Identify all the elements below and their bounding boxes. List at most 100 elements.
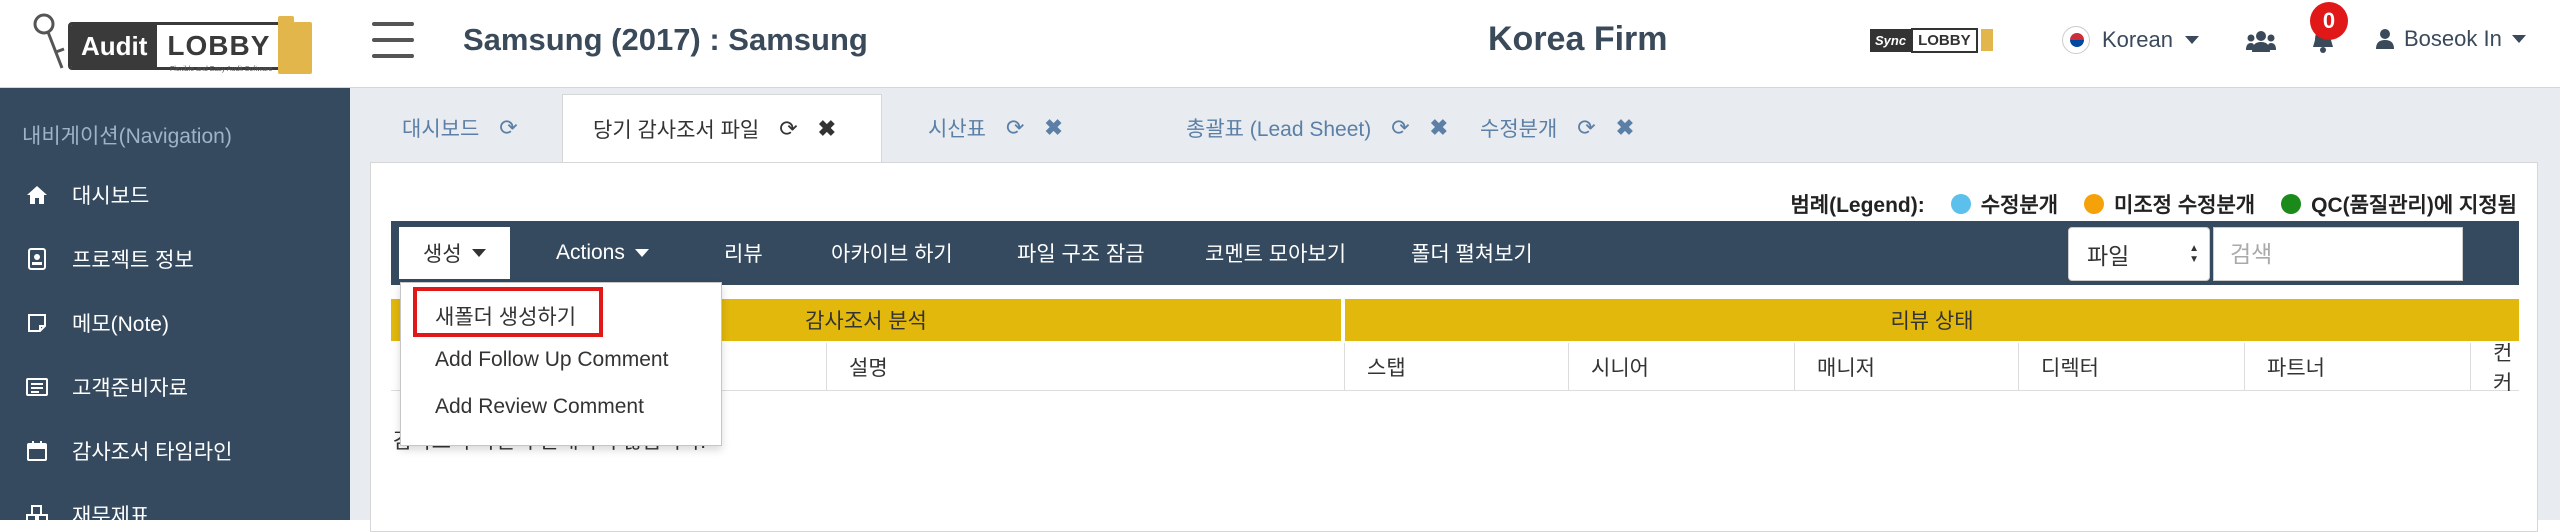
- tab-adjusting-entries[interactable]: 수정분개 ⟳ ✖: [1450, 94, 1690, 162]
- chevron-down-icon: [471, 249, 486, 257]
- calendar-icon: [26, 440, 48, 462]
- group-label: 감사조서 분석: [805, 310, 927, 333]
- logo-audit-text: Audit: [71, 25, 158, 67]
- legend-dot-icon: [2084, 194, 2105, 214]
- audit-lobby-logo[interactable]: Audit LOBBY Flexible and Easy Audit Soft…: [30, 12, 320, 76]
- close-icon[interactable]: ✖: [1616, 115, 1634, 141]
- filter-select[interactable]: 파일 ▲ ▼: [2068, 227, 2210, 281]
- col-header-consultant[interactable]: 컨커: [2471, 343, 2519, 391]
- sidebar-item-dashboard[interactable]: 대시보드: [26, 180, 149, 210]
- create-dropdown-menu: 새폴더 생성하기 Add Follow Up Comment Add Revie…: [400, 282, 722, 446]
- menu-item-new-folder[interactable]: 새폴더 생성하기: [435, 301, 576, 331]
- tab-current-workpapers[interactable]: 당기 감사조서 파일 ⟳ ✖: [562, 94, 882, 162]
- sync-lobby-logo[interactable]: Sync LOBBY: [1870, 26, 1993, 54]
- legend: 범례(Legend): 수정분개 미조정 수정분개 QC(품질관리)에 지정됨: [1790, 189, 2517, 219]
- actions-label: Actions: [556, 241, 625, 264]
- sidebar-item-label: 감사조서 타임라인: [72, 441, 233, 464]
- menu-item-add-follow-up-comment[interactable]: Add Follow Up Comment: [435, 348, 668, 372]
- sidebar-item-project-info[interactable]: 프로젝트 정보: [26, 244, 194, 274]
- sidebar-item-label: 프로젝트 정보: [72, 249, 194, 272]
- folder-icon: [278, 16, 312, 74]
- language-label: Korean: [2102, 27, 2173, 52]
- user-menu[interactable]: Boseok In: [2376, 26, 2526, 52]
- refresh-icon[interactable]: ⟳: [1577, 115, 1595, 141]
- logo-lobby-text: LOBBY: [157, 25, 281, 67]
- refresh-icon[interactable]: ⟳: [499, 115, 517, 141]
- folder-icon: [1980, 29, 1993, 51]
- close-icon[interactable]: ✖: [818, 116, 836, 142]
- updown-arrows-icon: ▲ ▼: [2189, 243, 2199, 265]
- logo-tagline: Flexible and Easy Audit Software: [170, 66, 273, 73]
- col-header-manager[interactable]: 매니저: [1795, 343, 2019, 391]
- group-label: 리뷰 상태: [1890, 310, 1974, 333]
- col-header-director[interactable]: 디렉터: [2019, 343, 2245, 391]
- tab-bar: 대시보드 ⟳ 당기 감사조서 파일 ⟳ ✖ 시산표 ⟳ ✖ 총괄표 (Lead …: [350, 88, 2560, 162]
- lock-structure-button[interactable]: 파일 구조 잠금: [1017, 221, 1145, 285]
- tab-label: 대시보드: [402, 118, 480, 141]
- notification-badge: 0: [2310, 2, 2348, 40]
- chevron-down-icon: [2184, 36, 2199, 44]
- legend-dot-icon: [2281, 194, 2302, 214]
- sidebar: 내비게이션(Navigation) 대시보드 프로젝트 정보 메모(Note) …: [0, 88, 350, 528]
- sidebar-title: 내비게이션(Navigation): [22, 125, 232, 148]
- sidebar-item-label: 재무제표: [72, 505, 150, 528]
- project-title: Samsung (2017) : Samsung: [463, 22, 868, 57]
- sidebar-item-label: 메모(Note): [72, 313, 169, 336]
- col-header-partner[interactable]: 파트너: [2245, 343, 2471, 391]
- legend-item: 미조정 수정분개: [2114, 194, 2256, 217]
- create-label: 생성: [423, 243, 462, 266]
- sync-lobby-text: LOBBY: [1911, 27, 1978, 53]
- list-icon: [26, 376, 48, 398]
- sync-text: Sync: [1870, 28, 1912, 52]
- tab-dashboard[interactable]: 대시보드 ⟳: [350, 94, 562, 162]
- legend-dot-icon: [1950, 194, 1971, 214]
- legend-item: QC(품질관리)에 지정됨: [2311, 194, 2517, 217]
- close-icon[interactable]: ✖: [1430, 115, 1448, 141]
- tab-label: 당기 감사조서 파일: [593, 118, 760, 142]
- note-icon: [26, 312, 48, 334]
- home-icon: [26, 184, 48, 206]
- filter-select-value: 파일: [2087, 243, 2130, 269]
- refresh-icon[interactable]: ⟳: [779, 116, 797, 142]
- chevron-down-icon: [634, 249, 649, 257]
- korea-flag-icon: [2062, 26, 2090, 54]
- tab-label: 시산표: [928, 118, 986, 141]
- sidebar-item-note[interactable]: 메모(Note): [26, 308, 169, 338]
- tab-trial-balance[interactable]: 시산표 ⟳ ✖: [882, 94, 1102, 162]
- refresh-icon[interactable]: ⟳: [1391, 115, 1409, 141]
- sidebar-item-label: 대시보드: [72, 185, 150, 208]
- firm-title: Korea Firm: [1488, 20, 1668, 58]
- archive-button[interactable]: 아카이브 하기: [831, 221, 953, 285]
- hamburger-menu-icon[interactable]: [372, 22, 414, 58]
- grid-group-header-review: 리뷰 상태: [1345, 299, 2519, 341]
- legend-item: 수정분개: [1980, 194, 2059, 217]
- user-icon: [2376, 29, 2394, 49]
- language-selector[interactable]: Korean: [2062, 26, 2199, 54]
- user-name: Boseok In: [2404, 26, 2502, 51]
- expand-folders-button[interactable]: 폴더 펼쳐보기: [1411, 221, 1533, 285]
- tab-label: 수정분개: [1480, 118, 1558, 141]
- review-button[interactable]: 리뷰: [724, 221, 763, 285]
- comments-button[interactable]: 코멘트 모아보기: [1205, 221, 1346, 285]
- sidebar-item-client-materials[interactable]: 고객준비자료: [26, 372, 188, 402]
- actions-button[interactable]: Actions: [556, 221, 649, 285]
- tab-lead-sheet[interactable]: 총괄표 (Lead Sheet) ⟳ ✖: [1102, 94, 1450, 162]
- key-icon: [33, 13, 65, 69]
- toolbar: 생성 Actions 리뷰 아카이브 하기 파일 구조 잠금 코멘트 모아보기 …: [391, 221, 2519, 285]
- col-header-senior[interactable]: 시니어: [1569, 343, 1795, 391]
- create-button[interactable]: 생성: [399, 227, 510, 279]
- sidebar-item-label: 고객준비자료: [72, 377, 188, 400]
- refresh-icon[interactable]: ⟳: [1006, 115, 1024, 141]
- close-icon[interactable]: ✖: [1044, 115, 1062, 141]
- sidebar-item-financial-statements[interactable]: 재무제표: [26, 500, 149, 530]
- id-card-icon: [26, 248, 48, 270]
- users-icon[interactable]: [2246, 28, 2276, 54]
- cubes-icon: [26, 504, 48, 526]
- search-input[interactable]: [2213, 227, 2463, 281]
- tab-label: 총괄표 (Lead Sheet): [1186, 118, 1372, 141]
- menu-item-add-review-comment[interactable]: Add Review Comment: [435, 395, 644, 419]
- app-header: Audit LOBBY Flexible and Easy Audit Soft…: [0, 0, 2560, 88]
- col-header-description[interactable]: 설명: [827, 343, 1345, 391]
- col-header-staff[interactable]: 스탭: [1345, 343, 1569, 391]
- sidebar-item-timeline[interactable]: 감사조서 타임라인: [26, 436, 232, 466]
